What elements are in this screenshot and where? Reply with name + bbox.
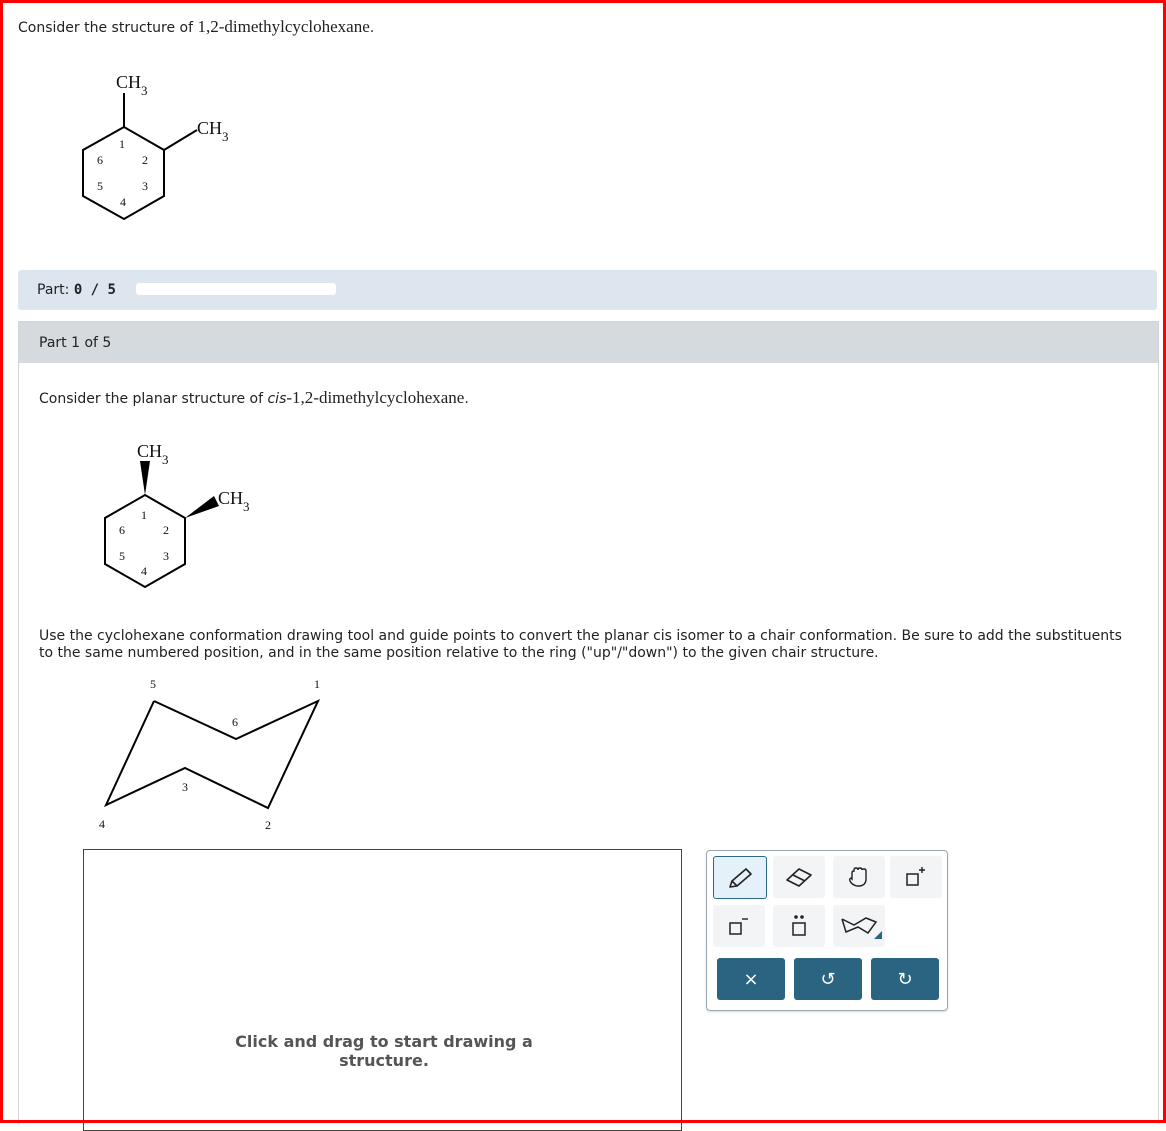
chair-number-5: 5 (150, 677, 156, 691)
redo-button[interactable]: ↻ (871, 958, 939, 1000)
molecule-1-number-4: 4 (120, 195, 126, 209)
remove-box-tool[interactable] (713, 905, 765, 947)
molecule-2-structure: CH3 CH3 1 2 3 4 5 6 (104, 441, 250, 589)
clear-button[interactable]: × (717, 958, 785, 1000)
molecule-1-number-5: 5 (97, 179, 103, 193)
part-header: Part 1 of 5 (19, 322, 1158, 363)
hand-icon (848, 867, 867, 887)
hand-tool[interactable] (833, 856, 885, 898)
molecule-2-number-1: 1 (141, 508, 147, 522)
chair-number-2: 2 (265, 818, 271, 832)
eraser-icon (786, 868, 812, 887)
add-box-tool[interactable] (890, 856, 942, 898)
progress-value: 0 / 5 (73, 282, 116, 298)
lone-pair-icon (792, 915, 806, 936)
molecule-1-number-3: 3 (142, 179, 148, 193)
remove-box-icon (729, 918, 748, 935)
part-title: Part 1 of 5 (39, 335, 112, 351)
chair-ring (103, 698, 321, 810)
pencil-tool[interactable] (713, 856, 767, 899)
molecule-1-number-2: 2 (142, 153, 148, 167)
intro-suffix: . (369, 20, 375, 36)
molecule-1-bond-right (163, 129, 198, 151)
part-progress-bar: Part: 0 / 5 (18, 270, 1157, 310)
instructions-text: Use the cyclohexane conformation drawing… (39, 628, 1122, 661)
molecule-2-wedge-top (140, 461, 150, 495)
undo-button[interactable]: ↺ (794, 958, 862, 1000)
molecule-2-number-6: 6 (119, 523, 125, 537)
chair-conformation: 1 2 3 4 5 6 (99, 677, 321, 832)
chair-number-6: 6 (232, 715, 238, 729)
pencil-icon (729, 867, 752, 888)
molecule-2-number-3: 3 (163, 549, 169, 563)
part-panel: Part 1 of 5 Consider the planar structur… (18, 321, 1159, 1131)
chair-template-tool[interactable] (833, 905, 885, 947)
canvas-hint: Click and drag to start drawing a struct… (235, 1032, 533, 1070)
molecule-2-number-5: 5 (119, 549, 125, 563)
intro-prefix: Consider the structure of (18, 20, 198, 36)
chair-number-4: 4 (99, 817, 105, 831)
molecule-1-number-1: 1 (119, 137, 125, 151)
chair-number-1: 1 (314, 677, 320, 691)
molecule-1-number-6: 6 (97, 153, 103, 167)
eraser-tool[interactable] (773, 856, 825, 898)
intro-compound-name: 1,2-dimethylcyclohexane (197, 17, 370, 36)
chair-number-3: 3 (182, 780, 188, 794)
drawing-canvas[interactable]: Click and drag to start drawing a struct… (83, 849, 682, 1131)
progress-label: Part: 0 / 5 (37, 282, 116, 298)
cis-italic: cis (267, 391, 287, 407)
molecule-1-ch3-right: CH3 (197, 118, 229, 144)
drawing-toolbox: × ↺ ↻ (706, 850, 948, 1011)
molecule-1-structure: CH3 CH3 1 2 3 4 5 6 (82, 72, 229, 221)
molecule-2-ch3-right: CH3 (218, 488, 250, 514)
chair-template-icon (841, 917, 882, 939)
add-box-icon (906, 867, 925, 886)
molecule-2-wedge-right (185, 496, 219, 518)
progress-track (136, 283, 336, 295)
lone-pair-tool[interactable] (773, 905, 825, 947)
intro-text: Consider the structure of 1,2-dimethylcy… (18, 17, 374, 37)
part-question: Consider the planar structure of cis-1,2… (39, 388, 469, 407)
molecule-2-number-2: 2 (163, 523, 169, 537)
molecule-2-number-4: 4 (141, 564, 147, 578)
molecule-1-ch3-top: CH3 (116, 72, 148, 98)
